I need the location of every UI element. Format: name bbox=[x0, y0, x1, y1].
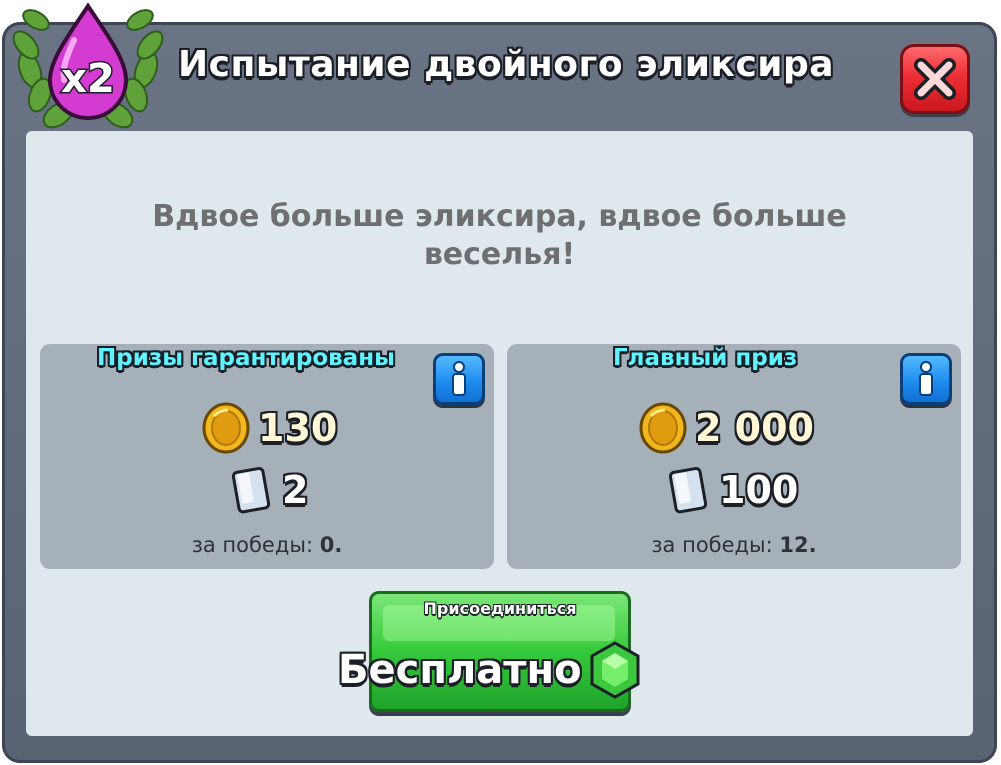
elixir-laurel-badge-icon: x2 bbox=[8, 0, 168, 144]
join-button-label: Присоединиться bbox=[423, 599, 577, 618]
grand-gold-value: 2 000 bbox=[695, 406, 814, 450]
subtitle: Вдвое больше эликсира, вдвое больше весе… bbox=[26, 198, 973, 274]
close-x-icon bbox=[914, 58, 956, 100]
grand-prize-title: Главный приз bbox=[613, 345, 798, 371]
grand-prize-info-button[interactable] bbox=[900, 353, 952, 405]
card-icon bbox=[231, 467, 271, 514]
guaranteed-cards-value: 2 bbox=[282, 468, 309, 512]
grand-wins-value: 12. bbox=[779, 533, 817, 557]
grand-prize-box: Главный приз 2 000 100 за победы: 12. bbox=[507, 344, 961, 569]
page-title: Испытание двойного эликсира bbox=[178, 44, 835, 85]
gold-coin-icon bbox=[202, 402, 250, 454]
close-button[interactable] bbox=[900, 44, 970, 114]
grand-wins-text: за победы: 12. bbox=[507, 533, 961, 557]
grand-cards-value: 100 bbox=[719, 468, 799, 512]
guaranteed-gold-row: 130 bbox=[200, 402, 337, 454]
guaranteed-wins-label: за победы: bbox=[191, 533, 314, 557]
grand-gold-row: 2 000 bbox=[637, 402, 814, 454]
grand-cards-row: 100 bbox=[665, 464, 798, 516]
guaranteed-info-button[interactable] bbox=[433, 353, 485, 405]
info-icon bbox=[452, 361, 466, 396]
info-icon bbox=[919, 361, 933, 396]
join-price[interactable]: Бесплатно bbox=[338, 640, 642, 700]
guaranteed-wins-text: за победы: 0. bbox=[40, 533, 494, 557]
gem-icon bbox=[590, 641, 640, 699]
guaranteed-wins-value: 0. bbox=[319, 533, 343, 557]
subtitle-line-1: Вдвое больше эликсира, вдвое больше bbox=[152, 199, 847, 234]
guaranteed-prizes-title: Призы гарантированы bbox=[97, 345, 395, 371]
badge-text: x2 bbox=[61, 56, 115, 102]
guaranteed-prizes-box: Призы гарантированы 130 2 за победы: 0. bbox=[40, 344, 494, 569]
card-icon bbox=[668, 467, 708, 514]
guaranteed-cards-row: 2 bbox=[228, 464, 308, 516]
join-price-label: Бесплатно bbox=[338, 647, 582, 693]
gold-coin-icon bbox=[639, 402, 687, 454]
subtitle-line-2: веселья! bbox=[423, 237, 576, 272]
grand-wins-label: за победы: bbox=[651, 533, 773, 557]
guaranteed-gold-value: 130 bbox=[258, 406, 338, 450]
